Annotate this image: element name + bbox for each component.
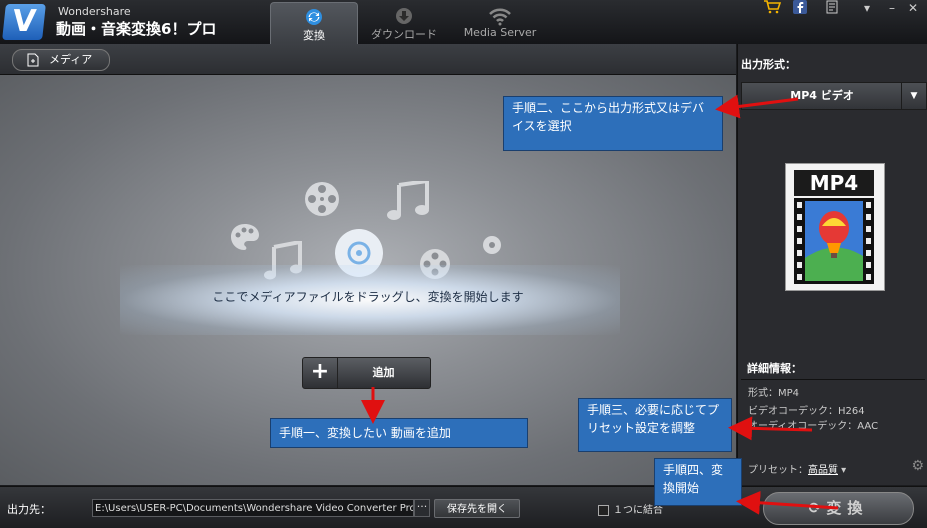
palette-icon (229, 222, 261, 255)
chevron-down-icon: ▼ (901, 83, 926, 109)
tab-convert[interactable]: 変換 (270, 2, 358, 45)
convert-button[interactable]: ⟳ 変換 (763, 492, 914, 525)
format-badge: MP4 (794, 170, 874, 196)
format-select[interactable]: MP4 ビデオ ▼ (741, 82, 927, 110)
callout-step-2: 手順二、ここから出力形式又はデバイスを選択 (503, 96, 723, 151)
callout-step-1: 手順一、変換したい 動画を追加 (270, 418, 528, 448)
gear-icon[interactable]: ⚙ (911, 458, 924, 474)
drop-hint: ここでメディアファイルをドラッグし、変換を開始します (212, 290, 524, 304)
download-icon (362, 6, 446, 26)
film-reel-icon (303, 180, 341, 221)
convert-label: 変換 (826, 499, 869, 517)
add-button-label: 追加 (372, 366, 395, 379)
add-media-button[interactable]: メディア (12, 49, 110, 71)
filmstrip-icon (794, 198, 874, 284)
preset-label: プリセット： (748, 465, 808, 476)
facebook-icon[interactable] (792, 0, 808, 16)
add-file-icon (27, 53, 39, 74)
cart-icon[interactable] (762, 0, 782, 16)
browse-button[interactable]: ··· (414, 499, 430, 517)
output-label: 出力先： (7, 503, 51, 516)
checkbox-icon (598, 504, 609, 516)
logo-letter: V (10, 4, 38, 39)
callout-step-3: 手順三、必要に応じてプリセット設定を調整 (578, 398, 732, 452)
preset-select[interactable]: 高品質 (808, 465, 838, 476)
output-format-panel: 出力形式： MP4 ビデオ ▼ MP4 詳細情報： 形式：MP4 ビデオコーデッ… (737, 44, 927, 485)
merge-label: １つに結合 (613, 505, 663, 516)
minimize-icon[interactable]: – (884, 0, 900, 16)
tab-label: Media Server (463, 26, 537, 39)
add-media-label: メディア (49, 53, 93, 66)
format-thumbnail[interactable]: MP4 (785, 163, 885, 291)
refresh-icon (271, 7, 357, 27)
title-bar: V Wondershare 動画・音楽変換6！プロ 変換 ダウンロード Medi… (0, 0, 927, 45)
format-heading: 出力形式： (741, 58, 796, 71)
add-button[interactable]: + 追加 (302, 357, 431, 389)
callout-step-4: 手順四、変換開始 (654, 458, 742, 506)
wifi-icon (458, 6, 542, 26)
toolbar: メディア (0, 44, 736, 75)
tab-download[interactable]: ダウンロード (362, 2, 446, 44)
register-icon[interactable] (824, 0, 840, 16)
output-path-field[interactable]: E:\Users\USER-PC\Documents\Wondershare V… (92, 499, 414, 517)
detail-video-codec: ビデオコーデック：H264 (748, 406, 865, 417)
chevron-down-icon: ▾ (838, 465, 847, 476)
tab-label: ダウンロード (371, 28, 437, 41)
tab-media-server[interactable]: Media Server (458, 2, 542, 44)
settings-menu-icon[interactable]: ▾ (859, 0, 875, 16)
preset-row: プリセット：高品質 ▾ (748, 461, 846, 476)
bottom-bar: 出力先： E:\Users\USER-PC\Documents\Wondersh… (0, 486, 927, 528)
detail-audio-codec: オーディオコーデック：AAC (748, 421, 879, 432)
app-logo: V (2, 4, 46, 40)
app-title: 動画・音楽変換6！プロ (56, 20, 217, 38)
plus-icon: + (303, 358, 338, 388)
music-note-icon (385, 178, 431, 224)
tab-label: 変換 (303, 29, 325, 42)
open-folder-button[interactable]: 保存先を開く (434, 499, 520, 518)
brand-name: Wondershare (58, 5, 131, 18)
convert-icon: ⟳ (808, 499, 827, 517)
selected-format: MP4 ビデオ (790, 89, 854, 102)
close-icon[interactable]: ✕ (905, 0, 921, 16)
details-heading: 詳細情報： (747, 362, 802, 375)
divider (741, 379, 925, 380)
cd-small-icon (482, 235, 502, 258)
detail-format: 形式：MP4 (748, 388, 800, 399)
